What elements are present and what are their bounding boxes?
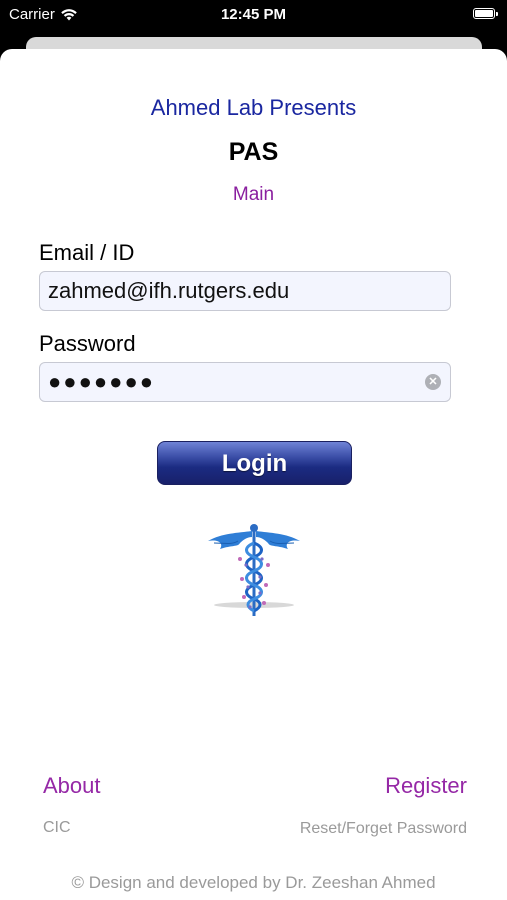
caduceus-dna-logo (208, 524, 300, 616)
app-title: PAS (228, 138, 279, 166)
battery-icon (473, 8, 498, 19)
email-label: Email / ID (39, 240, 135, 265)
clear-icon[interactable]: ✕ (425, 374, 441, 390)
password-label: Password (39, 331, 136, 356)
login-sheet: Ahmed Lab Presents PAS Main Email / ID z… (0, 49, 507, 900)
register-link[interactable]: Register (385, 773, 467, 799)
presents-label: Ahmed Lab Presents (150, 95, 357, 120)
page-subtitle: Main (232, 184, 275, 205)
login-button[interactable]: Login (157, 441, 352, 485)
about-link[interactable]: About (43, 773, 101, 799)
email-value: zahmed@ifh.rutgers.edu (48, 278, 290, 303)
status-bar: Carrier 12:45 PM (0, 0, 507, 34)
password-value: ●●●●●●● (48, 369, 156, 394)
copyright-text: © Design and developed by Dr. Zeeshan Ah… (71, 873, 436, 892)
email-field[interactable]: zahmed@ifh.rutgers.edu (39, 271, 451, 311)
cic-link[interactable]: CIC (43, 819, 71, 837)
status-time: 12:45 PM (220, 6, 287, 23)
reset-password-link[interactable]: Reset/Forget Password (300, 820, 467, 838)
password-field[interactable]: ●●●●●●● ✕ (39, 362, 451, 402)
